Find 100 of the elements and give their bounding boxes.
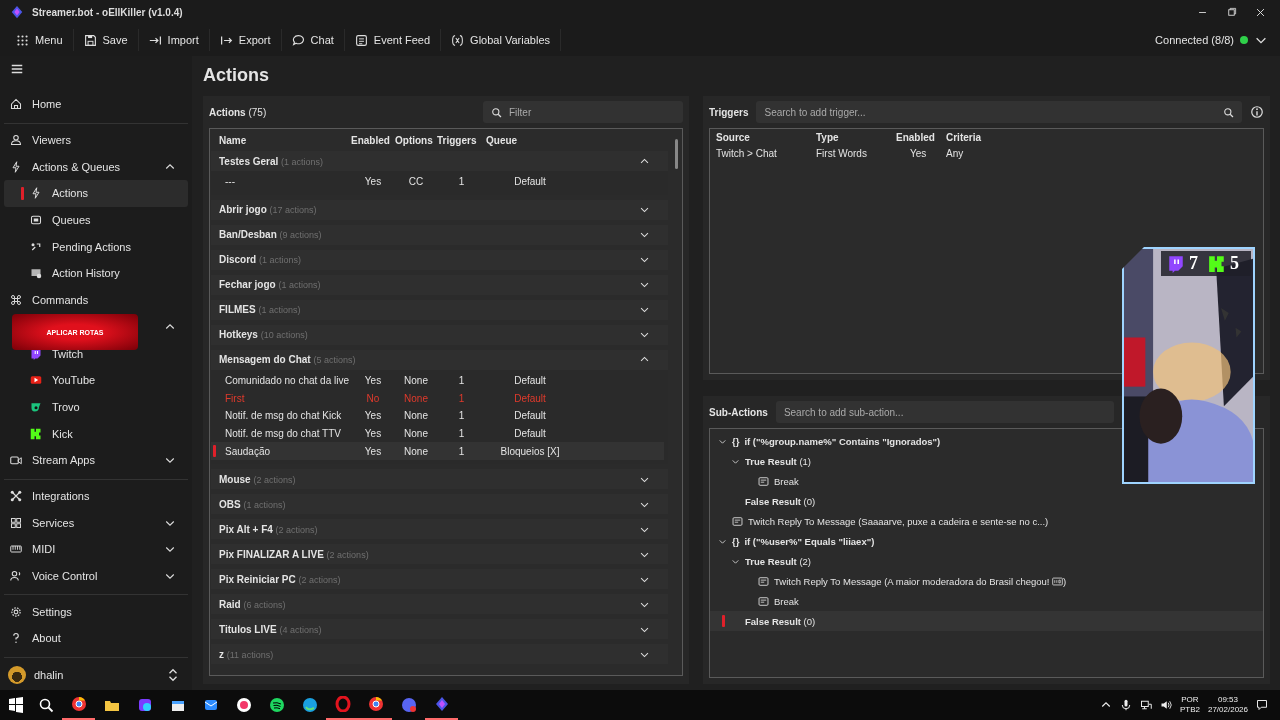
- notifications-icon[interactable]: [1256, 699, 1268, 711]
- column-header[interactable]: Enabled: [896, 132, 946, 143]
- panel-title: Triggers: [709, 106, 749, 118]
- table-cell-text: No: [365, 392, 381, 404]
- restore-icon[interactable]: [1226, 6, 1237, 18]
- table-cell-text: First Words: [816, 148, 868, 159]
- group-header[interactable]: Fechar jogo (1 actions): [211, 274, 668, 295]
- column-header[interactable]: Options: [395, 134, 437, 146]
- event-feed-button[interactable]: Event Feed: [344, 29, 442, 51]
- group-header[interactable]: z (11 actions): [211, 644, 668, 665]
- user-menu[interactable]: dhalin: [0, 660, 192, 690]
- page-title: Actions: [203, 64, 270, 87]
- column-header[interactable]: Queue: [486, 134, 574, 146]
- sidebar-item[interactable]: MIDI: [4, 536, 188, 563]
- tree-item[interactable]: Break: [710, 471, 1263, 491]
- table-cell-text: Yes: [363, 445, 383, 457]
- export-button[interactable]: Export: [209, 29, 282, 51]
- group-header[interactable]: Mensagem do Chat (5 actions): [211, 349, 668, 370]
- kick-icon: [30, 427, 42, 440]
- column-header[interactable]: Type: [816, 132, 896, 143]
- sub-action-text: Break: [774, 475, 799, 487]
- column-header[interactable]: Name: [219, 134, 351, 146]
- group-header[interactable]: Raid (6 actions): [211, 594, 668, 615]
- trovo-icon: [30, 400, 42, 413]
- sidebar-item[interactable]: Action History: [4, 260, 188, 287]
- volume-icon[interactable]: [1159, 699, 1172, 711]
- sub-action-search-field[interactable]: Search to add sub-action...: [775, 401, 1114, 423]
- selection-indicator: [21, 187, 24, 201]
- table-cell-text: Default: [513, 428, 547, 440]
- action-row[interactable]: Notif. de msg do chat TTV Yes None 1 Default: [211, 424, 668, 443]
- app-icon: [334, 696, 351, 712]
- group-header[interactable]: Pix Alt + F4 (2 actions): [211, 519, 668, 540]
- group-header[interactable]: Abrir jogo (17 actions): [211, 199, 668, 220]
- sidebar-item[interactable]: Home: [4, 91, 188, 118]
- group-header[interactable]: Ban/Desban (9 actions): [211, 224, 668, 245]
- tree-item[interactable]: Twitch Reply To Message (A maior moderadora do Brasil chegou! ): [710, 571, 1263, 591]
- result-label: True Result (1): [745, 455, 811, 467]
- network-icon[interactable]: [1139, 699, 1152, 711]
- column-header[interactable]: Enabled: [351, 134, 395, 146]
- sidebar-item[interactable]: Kick: [4, 420, 188, 447]
- close-icon[interactable]: [1255, 6, 1266, 18]
- sidebar-item[interactable]: Actions: [4, 180, 188, 207]
- info-icon[interactable]: [1250, 105, 1264, 119]
- window-title: Streamer.bot - oEllKiller (v1.0.4): [32, 6, 183, 18]
- tree-item[interactable]: False Result (0): [710, 491, 1263, 511]
- action-row[interactable]: Comunidado no chat da live Yes None 1 Default: [211, 371, 668, 390]
- sidebar-item[interactable]: Integrations: [4, 482, 188, 510]
- filter-field[interactable]: Filter: [483, 101, 683, 123]
- chat-button[interactable]: Chat: [281, 29, 345, 51]
- column-header[interactable]: Criteria: [946, 132, 1257, 143]
- sidebar-item[interactable]: Pending Actions: [4, 233, 188, 261]
- condition-text: if ("%group.name%" Contains "Ignorados"): [744, 435, 941, 447]
- question-icon: [10, 632, 22, 645]
- table-cell-text: First: [224, 392, 246, 404]
- column-header[interactable]: Source: [716, 132, 816, 143]
- tree-item[interactable]: {} if ("%user%" Equals "liiaex"): [710, 531, 1263, 551]
- tree-item[interactable]: True Result (1): [710, 451, 1263, 471]
- save-button[interactable]: Save: [73, 29, 139, 51]
- clock[interactable]: 09:53 27/02/2026: [1207, 695, 1248, 715]
- sidebar-item[interactable]: Trovo: [4, 393, 188, 421]
- sidebar-item[interactable]: Actions & Queues: [4, 153, 188, 181]
- import-icon: [148, 33, 162, 47]
- message-icon: [758, 595, 769, 607]
- start-icon[interactable]: [8, 697, 24, 713]
- sidebar-item[interactable]: Viewers: [4, 126, 188, 154]
- tree-item[interactable]: Twitch Reply To Message (Saaaarve, puxe a cadeira e sente-se no c...): [710, 511, 1263, 531]
- sidebar-item[interactable]: Voice Control: [4, 562, 188, 590]
- sidebar-item[interactable]: Queues: [4, 206, 188, 234]
- search-icon[interactable]: [38, 697, 54, 713]
- sidebar-item[interactable]: About: [4, 625, 188, 652]
- sidebar-item[interactable]: Services: [4, 509, 188, 536]
- scrollbar[interactable]: [675, 139, 678, 169]
- column-header[interactable]: Triggers: [437, 134, 486, 146]
- group-header[interactable]: Mouse (2 actions): [211, 469, 668, 490]
- action-row[interactable]: Saudação Yes None 1 Bloqueios [X]: [211, 442, 664, 461]
- trigger-row[interactable]: Twitch > Chat First Words Yes Any: [710, 146, 1263, 162]
- global-variables-button[interactable]: Global Variables: [441, 29, 561, 51]
- sidebar-item[interactable]: Settings: [4, 598, 188, 626]
- table-cell-text: CC: [407, 176, 425, 188]
- action-row[interactable]: Notif. de msg do chat Kick Yes None 1 Default: [211, 407, 668, 425]
- menu-button[interactable]: Menu: [6, 29, 74, 51]
- sidebar-item[interactable]: Stream Apps: [4, 446, 188, 474]
- tree-item[interactable]: True Result (2): [710, 551, 1263, 571]
- group-header[interactable]: Pix FINALIZAR A LIVE (2 actions): [211, 544, 668, 565]
- group-header[interactable]: Pix Reiniciar PC (2 actions): [211, 569, 668, 590]
- group-header[interactable]: OBS (1 actions): [211, 494, 668, 515]
- tree-item[interactable]: Break: [710, 591, 1263, 611]
- group-header[interactable]: FILMES (1 actions): [211, 299, 668, 320]
- chat-bubble-icon: [291, 33, 305, 47]
- tree-item[interactable]: {} if ("%group.name%" Contains "Ignorados"): [710, 431, 1263, 451]
- microphone-icon[interactable]: [1119, 699, 1132, 711]
- import-button[interactable]: Import: [138, 29, 210, 51]
- trigger-search-field[interactable]: Search to add trigger...: [756, 101, 1242, 123]
- table-cell-text: 1: [457, 428, 466, 440]
- sidebar-item[interactable]: YouTube: [4, 366, 188, 394]
- language-indicator[interactable]: POR PTB2: [1179, 695, 1200, 715]
- person-icon: [10, 134, 22, 147]
- sidebar-item[interactable]: Commands: [4, 286, 188, 314]
- condition-text: if ("%user%" Equals "liiaex"): [744, 535, 875, 547]
- tree-item[interactable]: False Result (0): [710, 611, 1263, 631]
